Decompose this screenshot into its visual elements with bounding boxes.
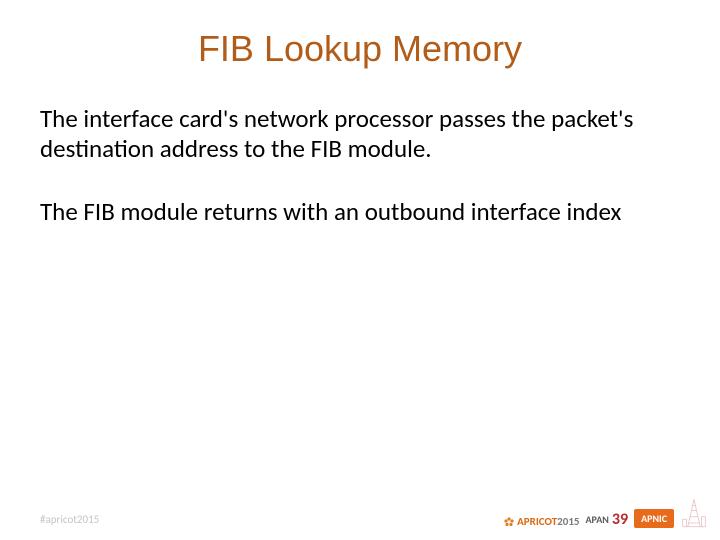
paragraph-2: The FIB module returns with an outbound …: [40, 197, 680, 227]
slide-footer: #apricot2015 APRICOT2015 APAN 39 APNIC: [0, 500, 720, 530]
apricot-text: APRICOT2015: [517, 515, 579, 528]
slide: FIB Lookup Memory The interface card's n…: [0, 0, 720, 540]
apan-label: APAN: [585, 515, 608, 525]
slide-title: FIB Lookup Memory: [40, 28, 680, 70]
hashtag-label: #apricot2015: [40, 513, 99, 526]
paragraph-1: The interface card's network processor p…: [40, 104, 680, 163]
flower-icon: [503, 516, 515, 528]
apan-logo: APAN 39: [585, 512, 628, 528]
apan-number: 39: [612, 512, 628, 528]
footer-logos: APRICOT2015 APAN 39 APNIC: [503, 498, 708, 528]
tower-icon: [680, 498, 708, 528]
apricot-logo: APRICOT2015: [503, 515, 579, 528]
apnic-logo: APNIC: [634, 509, 674, 528]
